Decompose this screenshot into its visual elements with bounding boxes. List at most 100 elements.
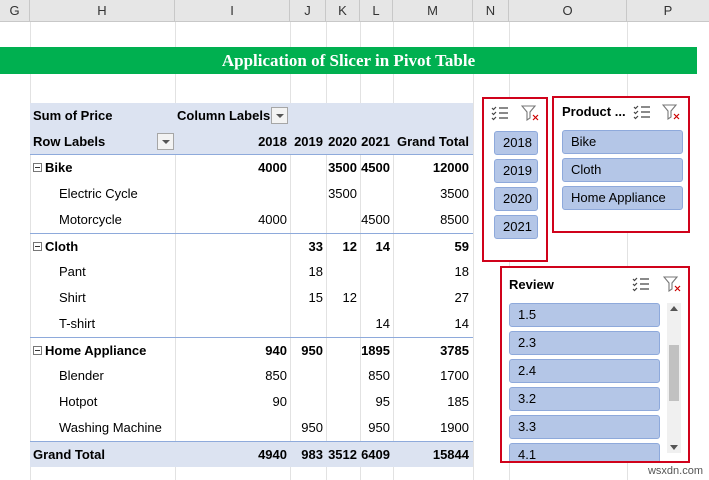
row-label-text: Home Appliance <box>45 343 147 358</box>
slicer-item-review[interactable]: 2.3 <box>509 331 660 355</box>
value-cell <box>326 259 357 285</box>
slicer-item-2019[interactable]: 2019 <box>494 159 538 183</box>
value-cell: 33 <box>308 239 323 254</box>
value-cell: 1700 <box>440 368 469 383</box>
row-label: Blender <box>59 363 104 389</box>
row-label: T-shirt <box>59 311 95 337</box>
row-label-text: Washing Machine <box>59 420 162 435</box>
value-cell: 3500 <box>440 186 469 201</box>
clear-filter-icon[interactable] <box>661 104 680 121</box>
scroll-up-icon[interactable] <box>670 306 678 311</box>
value-cell: 950 <box>368 420 390 435</box>
column-header-h[interactable]: H <box>30 0 175 22</box>
value-cell <box>290 389 323 415</box>
row-label-text: Electric Cycle <box>59 186 138 201</box>
value-cell <box>290 207 323 233</box>
pivot-item-row: Blender 850 850 1700 <box>30 363 473 389</box>
clear-filter-icon[interactable] <box>662 276 681 293</box>
value-cell: 14 <box>454 316 469 331</box>
column-header-n[interactable]: N <box>473 0 509 22</box>
value-cell <box>326 415 357 441</box>
pivot-group-row: Home Appliance 940 950 1895 3785 <box>30 337 473 363</box>
column-header-bar: G H I J K L M N O P <box>0 0 709 22</box>
slicer-item-cloth[interactable]: Cloth <box>562 158 683 182</box>
value-cell: 12 <box>342 239 357 254</box>
row-labels-filter-button[interactable] <box>157 133 174 150</box>
slicer-item-2018[interactable]: 2018 <box>494 131 538 155</box>
value-cell <box>326 338 357 364</box>
row-label-text: Blender <box>59 368 104 383</box>
product-slicer[interactable]: Product ... Bike Cloth Home Appliance <box>552 96 690 233</box>
grand-total-label: Grand Total <box>33 447 105 462</box>
row-label: Hotpot <box>59 389 97 415</box>
row-label: Pant <box>59 259 86 285</box>
row-label: Washing Machine <box>59 415 162 441</box>
multi-select-icon[interactable] <box>491 105 509 121</box>
column-header-g[interactable]: G <box>0 0 30 22</box>
value-cell: 90 <box>272 394 287 409</box>
slicer-item-review[interactable]: 3.3 <box>509 415 660 439</box>
collapse-icon[interactable] <box>33 242 42 252</box>
review-scrollbar[interactable] <box>667 303 681 453</box>
value-cell <box>360 259 390 285</box>
scroll-down-icon[interactable] <box>670 445 678 450</box>
value-cell <box>175 234 287 260</box>
value-cell: 3500 <box>328 160 357 175</box>
slicer-item-2020[interactable]: 2020 <box>494 187 538 211</box>
row-label[interactable]: Home Appliance <box>33 338 146 364</box>
column-header-l[interactable]: L <box>360 0 393 22</box>
value-cell <box>175 415 287 441</box>
value-cell: 850 <box>265 368 287 383</box>
value-cell <box>360 181 390 207</box>
value-cell <box>290 155 323 181</box>
review-slicer[interactable]: Review 1.5 2.3 2.4 3.2 3.3 4.1 <box>500 266 690 463</box>
slicer-item-bike[interactable]: Bike <box>562 130 683 154</box>
pivot-item-row: Shirt 15 12 27 <box>30 285 473 311</box>
clear-filter-icon[interactable] <box>520 105 539 122</box>
year-slicer[interactable]: 2018 2019 2020 2021 <box>482 97 548 262</box>
value-cell: 8500 <box>440 212 469 227</box>
row-label[interactable]: Cloth <box>33 234 78 260</box>
value-cell: 185 <box>447 394 469 409</box>
value-cell: 950 <box>301 420 323 435</box>
slicer-item-review[interactable]: 2.4 <box>509 359 660 383</box>
value-cell <box>290 181 323 207</box>
value-cell: 95 <box>375 394 390 409</box>
value-cell: 14 <box>375 316 390 331</box>
pivot-item-row: T-shirt 14 14 <box>30 311 473 337</box>
grand-total-2019: 983 <box>301 447 323 462</box>
scrollbar-thumb[interactable] <box>669 345 679 401</box>
row-label[interactable]: Bike <box>33 155 72 181</box>
value-cell: 3500 <box>328 186 357 201</box>
grand-total-2020: 3512 <box>328 447 357 462</box>
column-header-m[interactable]: M <box>393 0 473 22</box>
value-cell: 850 <box>368 368 390 383</box>
column-labels-filter-button[interactable] <box>271 107 288 124</box>
slicer-item-2021[interactable]: 2021 <box>494 215 538 239</box>
value-cell: 14 <box>375 239 390 254</box>
column-header-j[interactable]: J <box>290 0 326 22</box>
slicer-item-review[interactable]: 1.5 <box>509 303 660 327</box>
slicer-item-review[interactable]: 4.1 <box>509 443 660 461</box>
collapse-icon[interactable] <box>33 163 42 173</box>
row-label: Electric Cycle <box>59 181 138 207</box>
header-2020: 2020 <box>328 134 357 149</box>
pivot-item-row: Washing Machine 950 950 1900 <box>30 415 473 441</box>
column-header-k[interactable]: K <box>326 0 360 22</box>
pivot-header-row-2: Row Labels 2018 2019 2020 2021 Grand Tot… <box>30 129 473 155</box>
collapse-icon[interactable] <box>33 346 42 356</box>
slicer-item-home-appliance[interactable]: Home Appliance <box>562 186 683 210</box>
grand-total-2021: 6409 <box>361 447 390 462</box>
row-label-text: Cloth <box>45 239 79 254</box>
value-cell <box>326 389 357 415</box>
column-header-p[interactable]: P <box>627 0 709 22</box>
grand-total-value: 15844 <box>432 447 469 462</box>
value-cell: 12000 <box>432 160 469 175</box>
column-header-i[interactable]: I <box>175 0 290 22</box>
value-cell <box>175 259 287 285</box>
multi-select-icon[interactable] <box>632 276 650 292</box>
value-cell: 1895 <box>361 343 390 358</box>
column-header-o[interactable]: O <box>509 0 627 22</box>
slicer-item-review[interactable]: 3.2 <box>509 387 660 411</box>
multi-select-icon[interactable] <box>633 104 651 120</box>
